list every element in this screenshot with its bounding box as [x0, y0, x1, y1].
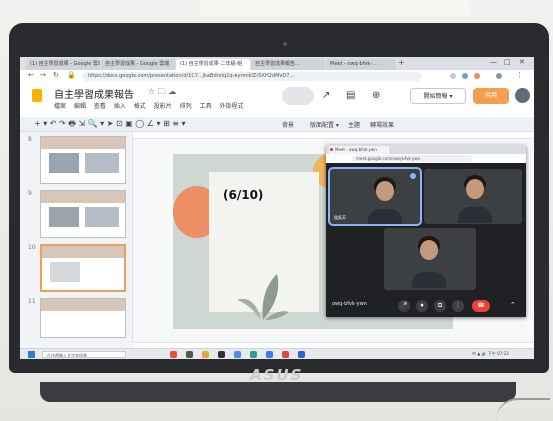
slide-title-text[interactable]: (6/10): [223, 188, 263, 202]
app-icon[interactable]: [186, 351, 193, 358]
meet-tab[interactable]: Meet - owq-bfvk-ywn: [329, 146, 389, 154]
horizontal-ruler: [133, 132, 534, 139]
document-title[interactable]: 自主學習成果報告: [54, 86, 134, 101]
laptop-base: [40, 382, 516, 402]
menu-format[interactable]: 格式: [134, 103, 146, 110]
new-tab-button[interactable]: +: [398, 58, 405, 67]
transition-button[interactable]: 轉場效果: [370, 120, 394, 129]
meet-control-bar: owq-bfvk-ywn 🎤 ⏺ ⧉ ⋮ ☎ ⌃: [326, 295, 526, 317]
laptop-screen: (1) 自主學習成果 - Google 雲端 自主學習成果 - Google 雲…: [20, 57, 534, 359]
file-explorer-icon[interactable]: [202, 351, 209, 358]
slides-header: 自主學習成果報告 ☆ 🗀 ☁ 檔案 編輯 查看 插入 格式 投影片 排列 工具 …: [20, 83, 534, 117]
extension-icon[interactable]: [450, 73, 456, 79]
app-icon[interactable]: [218, 351, 225, 358]
browser-tab-active[interactable]: (1) 自主學習成果-二年級-組: [176, 59, 250, 70]
meet-present-icon[interactable]: ⊕: [372, 90, 380, 101]
menu-tools[interactable]: 工具: [200, 103, 212, 110]
layout-button[interactable]: 版面配置 ▾: [310, 120, 339, 129]
present-screen-icon[interactable]: ⧉: [434, 300, 446, 312]
back-icon[interactable]: ←: [28, 71, 34, 79]
close-window-button[interactable]: ✕: [519, 58, 525, 66]
end-call-button[interactable]: ☎: [472, 300, 490, 312]
menu-bar: 檔案 編輯 查看 插入 格式 投影片 排列 工具 外掛程式: [54, 101, 250, 110]
extension-icon[interactable]: [462, 73, 468, 79]
menu-view[interactable]: 查看: [94, 103, 106, 110]
background-button[interactable]: 背景: [282, 120, 294, 129]
slide-thumbnail[interactable]: [40, 136, 126, 184]
more-options-icon[interactable]: [410, 173, 416, 179]
meet-addressbar: meet.google.com/owq-bfvk-ywn: [326, 154, 526, 163]
windows-taskbar: 在這裡輸入文字來搜尋 中 ▲ 🔊 下午 07:23: [20, 348, 534, 359]
slide-number: 11: [28, 298, 36, 305]
more-icon[interactable]: ⋮: [452, 300, 464, 312]
forward-icon[interactable]: →: [40, 71, 46, 79]
slide-number: 8: [28, 136, 32, 143]
extension-icon[interactable]: [474, 73, 480, 79]
profile-icon[interactable]: [496, 73, 502, 79]
participant-name: 侯鈺芳: [334, 215, 346, 220]
menu-file[interactable]: 檔案: [54, 103, 66, 110]
browser-tab[interactable]: 自主學習成果報告...: [251, 59, 325, 70]
system-tray[interactable]: 中 ▲ 🔊 下午 07:23: [472, 351, 509, 357]
slide-thumbnail-selected[interactable]: [40, 244, 126, 292]
slide-filmstrip: 8 9 10 11: [20, 132, 133, 342]
participant-tile[interactable]: 侯鈺芳: [328, 167, 422, 226]
webcam: [283, 42, 287, 46]
slide-number: 10: [28, 244, 36, 251]
browser-menu-icon[interactable]: ⋮: [516, 71, 523, 79]
reload-icon[interactable]: ↻: [53, 71, 59, 79]
minimize-button[interactable]: —: [490, 58, 497, 66]
slide-thumbnail[interactable]: [40, 190, 126, 238]
browser-addressbar: ← → ↻ 🔒 https://docs.google.com/presenta…: [20, 70, 534, 84]
menu-arrange[interactable]: 排列: [180, 103, 192, 110]
account-avatar[interactable]: [515, 88, 530, 103]
app-icon[interactable]: [170, 351, 177, 358]
maximize-button[interactable]: □: [504, 58, 511, 66]
meet-window: Meet - owq-bfvk-ywn meet.google.com/owq-…: [326, 145, 526, 317]
recording-dot-icon: [330, 148, 333, 151]
meet-tabstrip: Meet - owq-bfvk-ywn: [326, 145, 526, 154]
menu-addons[interactable]: 外掛程式: [220, 103, 244, 110]
app-icon[interactable]: [266, 351, 273, 358]
meet-presenting-pill[interactable]: [282, 87, 314, 105]
lock-icon: 🔒: [67, 71, 76, 79]
slide-thumbnail[interactable]: [40, 298, 126, 338]
star-folder-cloud-icons[interactable]: ☆ 🗀 ☁: [148, 86, 176, 100]
camera-icon[interactable]: ⏺: [416, 300, 428, 312]
meet-url-input[interactable]: meet.google.com/owq-bfvk-ywn: [352, 155, 472, 162]
browser-tabstrip: (1) 自主學習成果 - Google 雲端 自主學習成果 - Google 雲…: [20, 57, 534, 70]
app-icon[interactable]: [250, 351, 257, 358]
charging-cable: [496, 398, 550, 420]
microphone-icon[interactable]: 🎤: [398, 300, 410, 312]
app-icon[interactable]: [282, 351, 289, 358]
browser-tab[interactable]: Meet - owq-bfvk-...: [326, 59, 396, 70]
participant-tile[interactable]: [424, 169, 522, 224]
leaf-graphic[interactable]: [237, 272, 289, 322]
menu-insert[interactable]: 插入: [114, 103, 126, 110]
browser-tab[interactable]: (1) 自主學習成果 - Google 雲端: [26, 59, 100, 70]
menu-slide[interactable]: 投影片: [154, 103, 172, 110]
formatting-toolbar: + ▾ ↶ ↷ 🖶 ⇲ 🔍 ▾ ➤ ⊡ ▣ ◯ ∠ ▾ ⊞ ≡ ▾ 背景 版面配…: [20, 117, 534, 132]
url-input[interactable]: https://docs.google.com/presentation/d/1…: [82, 72, 422, 81]
participant-tile[interactable]: [384, 228, 476, 290]
theme-button[interactable]: 主題: [348, 120, 360, 129]
app-icon[interactable]: [298, 351, 305, 358]
meeting-code: owq-bfvk-ywn: [332, 301, 367, 307]
slide-number: 9: [28, 190, 32, 197]
toolbar-icons[interactable]: + ▾ ↶ ↷ 🖶 ⇲ 🔍 ▾ ➤ ⊡ ▣ ◯ ∠ ▾ ⊞ ≡ ▾: [34, 118, 186, 132]
chrome-icon[interactable]: [234, 351, 241, 358]
chevron-up-icon[interactable]: ⌃: [510, 301, 516, 309]
slides-logo-icon[interactable]: [32, 89, 42, 102]
taskbar-search-input[interactable]: 在這裡輸入文字來搜尋: [42, 351, 126, 358]
browser-tab[interactable]: 自主學習成果 - Google 雲端: [101, 59, 175, 70]
share-button[interactable]: 共用: [473, 88, 509, 104]
windows-start-icon[interactable]: [28, 351, 35, 358]
present-button[interactable]: 開始簡報 ▾: [410, 88, 466, 104]
menu-edit[interactable]: 編輯: [74, 103, 86, 110]
comments-icon[interactable]: ▤: [346, 90, 355, 101]
paper-sheet: [200, 0, 470, 16]
activity-icon[interactable]: ↗: [322, 90, 330, 101]
